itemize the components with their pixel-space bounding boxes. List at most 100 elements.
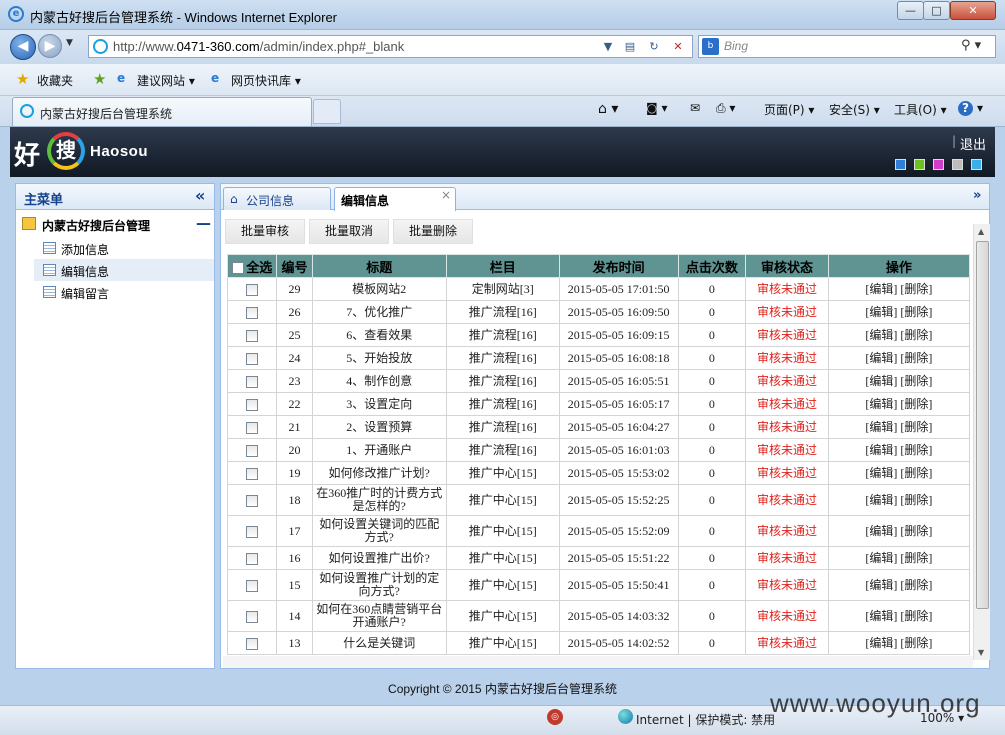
vertical-scrollbar[interactable]: ▲ ▼ — [973, 224, 990, 660]
cell-ops[interactable]: [编辑] [删除] — [827, 415, 971, 439]
row-checkbox-cell[interactable] — [226, 369, 278, 393]
row-checkbox[interactable] — [246, 467, 259, 480]
maximize-button[interactable]: □ — [923, 1, 950, 20]
tab-scroll-icon[interactable]: » — [973, 188, 981, 203]
skin-green-button[interactable] — [914, 159, 925, 170]
row-checkbox[interactable] — [246, 637, 259, 650]
cell-ops[interactable]: [编辑] [删除] — [827, 346, 971, 370]
search-input[interactable]: b Bing ⚲ ▾ — [698, 35, 996, 58]
tab-company-info[interactable]: ⌂ 公司信息 — [223, 187, 331, 210]
minimize-button[interactable]: — — [897, 1, 924, 20]
row-checkbox[interactable] — [246, 444, 259, 457]
privacy-icon[interactable]: ◎ — [547, 709, 563, 725]
row-checkbox[interactable] — [246, 306, 259, 319]
row-checkbox-cell[interactable] — [226, 300, 278, 324]
logout-link[interactable]: 退出 — [960, 134, 986, 153]
cell-ops[interactable]: [编辑] [删除] — [827, 323, 971, 347]
cell-ops[interactable]: [编辑] [删除] — [827, 515, 971, 547]
back-button[interactable]: ◀ — [10, 34, 36, 60]
row-checkbox-cell[interactable] — [226, 484, 278, 516]
close-tab-icon[interactable]: × — [441, 188, 451, 202]
web-slice-gallery-button[interactable]: 网页快讯库 ▾ — [231, 72, 301, 89]
row-checkbox[interactable] — [246, 552, 259, 565]
home-icon[interactable]: ⌂ ▾ — [598, 101, 618, 117]
sidebar-item-add-info[interactable]: 添加信息 — [34, 237, 214, 259]
url-dropdown-icon[interactable]: ▼ — [599, 39, 617, 55]
row-checkbox-cell[interactable] — [226, 631, 278, 655]
cell-ops[interactable]: [编辑] [删除] — [827, 546, 971, 570]
sidebar-item-edit-info[interactable]: 编辑信息 — [34, 259, 214, 281]
skin-gray-button[interactable] — [952, 159, 963, 170]
history-dropdown-icon[interactable]: ▼ — [66, 38, 73, 48]
row-checkbox-cell[interactable] — [226, 346, 278, 370]
cell-ops[interactable]: [编辑] [删除] — [827, 461, 971, 485]
url-input[interactable]: http://www.0471-360.com/admin/index.php#… — [88, 35, 693, 58]
row-checkbox-cell[interactable] — [226, 569, 278, 601]
row-checkbox-cell[interactable] — [226, 392, 278, 416]
tools-menu[interactable]: 工具(O) ▾ — [894, 101, 947, 118]
sidebar-item-edit-messages[interactable]: 编辑留言 — [34, 281, 214, 303]
tab-edit-info[interactable]: 编辑信息 × — [334, 187, 456, 211]
help-dropdown-icon[interactable]: ▾ — [977, 101, 983, 115]
cell-ops[interactable]: [编辑] [删除] — [827, 438, 971, 462]
row-checkbox[interactable] — [246, 283, 259, 296]
row-checkbox[interactable] — [246, 398, 259, 411]
scroll-thumb[interactable] — [976, 241, 989, 609]
stop-icon[interactable]: ✕ — [669, 39, 687, 55]
safety-menu[interactable]: 安全(S) ▾ — [829, 101, 880, 118]
compat-view-icon[interactable]: ▤ — [621, 39, 639, 55]
add-favorite-icon[interactable]: ★ — [93, 70, 106, 88]
collapse-group-icon[interactable]: — — [196, 214, 211, 232]
forward-button[interactable]: ▶ — [38, 34, 62, 58]
help-icon[interactable]: ? — [958, 101, 973, 116]
skin-sky-button[interactable] — [971, 159, 982, 170]
cell-ops[interactable]: [编辑] [删除] — [827, 484, 971, 516]
row-checkbox-cell[interactable] — [226, 323, 278, 347]
suggested-sites-button[interactable]: 建议网站 ▾ — [137, 72, 195, 89]
scroll-down-icon[interactable]: ▼ — [978, 648, 984, 657]
row-checkbox-cell[interactable] — [226, 415, 278, 439]
row-checkbox-cell[interactable] — [226, 600, 278, 632]
cell-ops[interactable]: [编辑] [删除] — [827, 569, 971, 601]
select-all-checkbox[interactable] — [232, 262, 245, 274]
row-checkbox[interactable] — [246, 421, 259, 434]
row-checkbox[interactable] — [246, 525, 259, 538]
print-icon[interactable]: ⎙ ▾ — [716, 101, 735, 116]
batch-cancel-button[interactable]: 批量取消 — [309, 219, 389, 244]
cell-ops[interactable]: [编辑] [删除] — [827, 277, 971, 301]
row-checkbox[interactable] — [246, 610, 259, 623]
row-checkbox[interactable] — [246, 579, 259, 592]
refresh-icon[interactable]: ↻ — [645, 39, 663, 55]
cell-ops[interactable]: [编辑] [删除] — [827, 392, 971, 416]
row-checkbox-cell[interactable] — [226, 277, 278, 301]
browser-tab[interactable]: 内蒙古好搜后台管理系统 — [12, 97, 312, 126]
skin-blue-button[interactable] — [895, 159, 906, 170]
row-checkbox-cell[interactable] — [226, 546, 278, 570]
collapse-sidebar-icon[interactable]: « — [195, 186, 205, 205]
row-checkbox-cell[interactable] — [226, 438, 278, 462]
cell-ops[interactable]: [编辑] [删除] — [827, 369, 971, 393]
page-menu[interactable]: 页面(P) ▾ — [764, 101, 814, 118]
batch-approve-button[interactable]: 批量审核 — [225, 219, 305, 244]
close-window-button[interactable]: ✕ — [950, 1, 996, 20]
row-checkbox[interactable] — [246, 494, 259, 507]
cell-ops[interactable]: [编辑] [删除] — [827, 300, 971, 324]
cell-ops[interactable]: [编辑] [删除] — [827, 600, 971, 632]
feeds-icon[interactable]: ◙ ▾ — [646, 101, 667, 115]
batch-delete-button[interactable]: 批量删除 — [393, 219, 473, 244]
select-all-header[interactable]: 全选 — [226, 254, 278, 278]
mail-icon[interactable]: ✉ — [690, 101, 700, 115]
horizontal-scrollbar[interactable] — [223, 656, 973, 668]
row-checkbox[interactable] — [246, 375, 259, 388]
sidebar-group[interactable]: 内蒙古好搜后台管理 — — [16, 214, 214, 236]
new-tab-button[interactable] — [313, 99, 341, 124]
cell-ops[interactable]: [编辑] [删除] — [827, 631, 971, 655]
skin-pink-button[interactable] — [933, 159, 944, 170]
row-checkbox[interactable] — [246, 329, 259, 342]
row-checkbox-cell[interactable] — [226, 461, 278, 485]
search-icon[interactable]: ⚲ ▾ — [961, 38, 981, 53]
row-checkbox[interactable] — [246, 352, 259, 365]
scroll-up-icon[interactable]: ▲ — [978, 227, 984, 236]
favorites-button[interactable]: 收藏夹 — [37, 72, 73, 89]
row-checkbox-cell[interactable] — [226, 515, 278, 547]
